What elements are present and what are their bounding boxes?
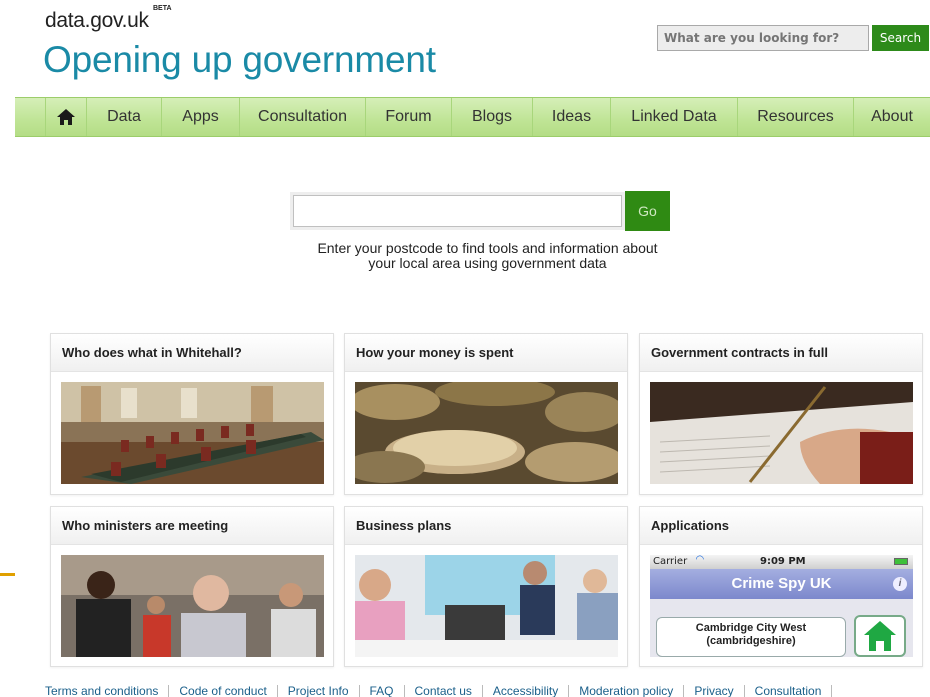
nav-linked-data[interactable]: Linked Data: [610, 98, 737, 136]
footer-link-terms[interactable]: Terms and conditions: [45, 685, 170, 697]
location-name: Cambridge City West: [695, 622, 807, 634]
postcode-go-button[interactable]: Go: [625, 191, 670, 231]
nav-consultation[interactable]: Consultation: [239, 98, 365, 136]
footer-link-contact[interactable]: Contact us: [405, 685, 483, 697]
card-title[interactable]: How your money is spent: [345, 334, 627, 372]
card-money[interactable]: How your money is spent: [344, 333, 628, 495]
wifi-icon: ◠: [696, 555, 704, 565]
postcode-help-text: Enter your postcode to find tools and in…: [270, 241, 705, 271]
beta-badge: BETA: [153, 5, 172, 12]
footer-links: Terms and conditions Code of conduct Proje…: [45, 684, 833, 697]
home-icon: [864, 621, 896, 651]
app-title-bar: Crime Spy UK i: [650, 569, 913, 599]
site-search-input[interactable]: [657, 25, 869, 51]
search-button[interactable]: Search: [872, 25, 929, 51]
card-title[interactable]: Business plans: [345, 507, 627, 545]
card-whitehall[interactable]: Who does what in Whitehall?: [50, 333, 334, 495]
business-meeting-image[interactable]: [355, 555, 618, 657]
footer-link-project-info[interactable]: Project Info: [278, 685, 360, 697]
site-logo[interactable]: data.gov.uk: [45, 9, 149, 33]
postcode-help-line: Enter your postcode to find tools and in…: [317, 240, 658, 256]
footer-link-privacy[interactable]: Privacy: [684, 685, 745, 697]
location-box[interactable]: Cambridge City West (cambridgeshire): [656, 617, 846, 657]
info-icon[interactable]: i: [893, 577, 907, 591]
nav-data[interactable]: Data: [86, 98, 161, 136]
card-business-plans[interactable]: Business plans: [344, 506, 628, 667]
nav-ideas[interactable]: Ideas: [532, 98, 610, 136]
app-home-button[interactable]: [854, 615, 906, 657]
card-contracts[interactable]: Government contracts in full: [639, 333, 923, 495]
signing-contract-image[interactable]: [650, 382, 913, 484]
meeting-room-image[interactable]: [61, 382, 324, 484]
phone-status-bar: Carrier ◠ 9:09 PM: [650, 555, 913, 569]
location-region: (cambridgeshire): [706, 635, 796, 647]
nav-about[interactable]: About: [853, 98, 930, 136]
carrier-label: Carrier: [653, 556, 688, 567]
card-title[interactable]: Who does what in Whitehall?: [51, 334, 333, 372]
footer-link-faq[interactable]: FAQ: [360, 685, 405, 697]
nav-forum[interactable]: Forum: [365, 98, 451, 136]
card-title[interactable]: Applications: [640, 507, 922, 545]
clock-label: 9:09 PM: [760, 556, 806, 567]
home-icon: [57, 109, 75, 125]
footer-link-code-of-conduct[interactable]: Code of conduct: [169, 685, 278, 697]
nav-apps[interactable]: Apps: [161, 98, 239, 136]
card-title[interactable]: Who ministers are meeting: [51, 507, 333, 545]
card-applications[interactable]: Applications Carrier ◠ 9:09 PM Crime Spy…: [639, 506, 923, 667]
site-tagline: Opening up government: [43, 39, 436, 80]
card-ministers[interactable]: Who ministers are meeting: [50, 506, 334, 667]
main-nav: Data Apps Consultation Forum Blogs Ideas…: [15, 97, 930, 137]
footer-link-consultation[interactable]: Consultation: [745, 685, 833, 697]
postcode-input[interactable]: [293, 195, 622, 227]
card-title[interactable]: Government contracts in full: [640, 334, 922, 372]
nav-home[interactable]: [45, 98, 86, 136]
nav-blogs[interactable]: Blogs: [451, 98, 532, 136]
page-edge-marker: [0, 573, 15, 576]
ministers-meeting-image[interactable]: [61, 555, 324, 657]
app-title: Crime Spy UK: [731, 575, 832, 592]
footer-link-moderation[interactable]: Moderation policy: [569, 685, 685, 697]
battery-icon: [894, 558, 908, 565]
coins-image[interactable]: [355, 382, 618, 484]
footer-link-accessibility[interactable]: Accessibility: [483, 685, 570, 697]
app-preview[interactable]: Carrier ◠ 9:09 PM Crime Spy UK i Cambrid…: [650, 555, 913, 657]
nav-resources[interactable]: Resources: [737, 98, 853, 136]
postcode-help-line: your local area using government data: [368, 255, 607, 271]
